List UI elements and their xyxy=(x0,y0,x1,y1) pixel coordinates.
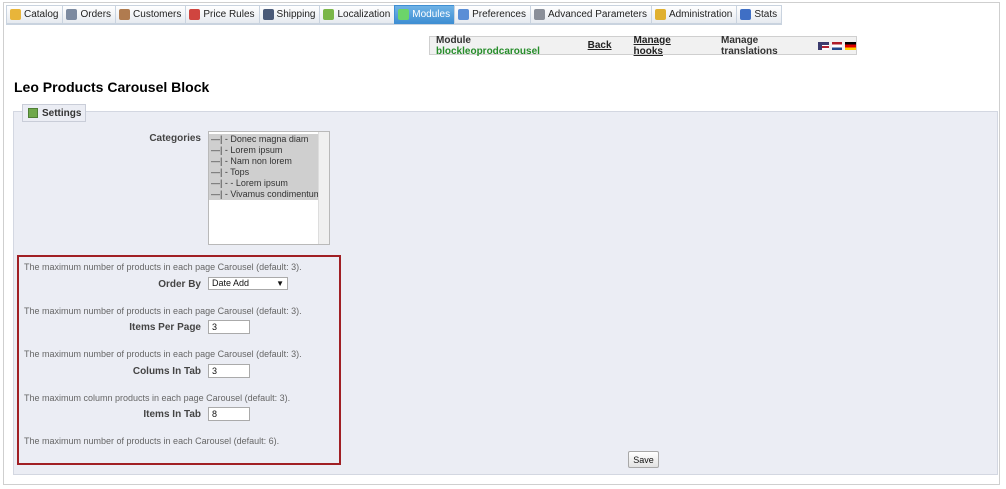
flag-de-icon[interactable] xyxy=(845,41,856,50)
items-per-page-description: The maximum number of products in each p… xyxy=(24,349,302,359)
key-icon xyxy=(654,9,666,20)
tab-preferences[interactable]: Preferences xyxy=(454,5,530,24)
items-in-tab-input[interactable] xyxy=(208,407,250,421)
colums-in-tab-description: The maximum column products in each page… xyxy=(24,393,291,403)
top-navigation: Catalog Orders Customers Price Rules Shippin… xyxy=(6,5,783,25)
category-option[interactable]: —| - Lorem ipsum xyxy=(209,145,329,156)
colums-in-tab-input[interactable] xyxy=(208,364,250,378)
tab-catalog[interactable]: Catalog xyxy=(6,5,63,24)
category-option[interactable]: —| - Vivamus condimentum xyxy=(209,189,329,200)
module-toolbar: Module blockleoprodcarousel Back Manage … xyxy=(429,34,857,57)
globe-icon xyxy=(323,9,335,20)
manage-hooks-link[interactable]: Manage hooks xyxy=(634,35,701,57)
tab-label: Administration xyxy=(668,9,733,20)
tab-label: Shipping xyxy=(276,9,316,20)
tab-label: Localization xyxy=(337,9,391,20)
tab-label: Orders xyxy=(80,9,112,20)
tab-label: Price Rules xyxy=(203,9,255,20)
tab-orders[interactable]: Orders xyxy=(62,5,116,24)
colums-in-tab-label: Colums In Tab xyxy=(132,366,201,377)
module-name: blockleoprodcarousel xyxy=(436,45,540,57)
category-option[interactable]: —| - Tops xyxy=(209,167,329,178)
price-tag-icon xyxy=(189,9,201,20)
tab-label: Advanced Parameters xyxy=(548,9,647,20)
tab-modules[interactable]: Modules xyxy=(394,5,455,24)
category-option[interactable]: —| - Donec magna diam xyxy=(209,134,329,145)
tab-localization[interactable]: Localization xyxy=(319,5,395,24)
order-by-label: Order By xyxy=(158,279,201,290)
save-button[interactable]: Save xyxy=(628,451,659,468)
manage-translations-label: Manage translations xyxy=(721,34,778,57)
tab-label: Modules xyxy=(412,9,451,20)
categories-scrollbar[interactable] xyxy=(318,132,329,244)
tab-label: Stats xyxy=(754,9,778,20)
categories-label: Categories xyxy=(149,133,201,144)
user-icon xyxy=(119,9,131,20)
settings-legend: Settings xyxy=(22,104,87,122)
items-in-tab-label: Items In Tab xyxy=(143,409,201,420)
order-by-description: The maximum number of products in each p… xyxy=(24,306,302,316)
screen-icon xyxy=(458,9,470,20)
items-per-page-input[interactable] xyxy=(208,320,250,334)
dropdown-arrow-icon: ▼ xyxy=(276,279,284,288)
tab-label: Customers xyxy=(133,9,182,20)
tab-price-rules[interactable]: Price Rules xyxy=(185,5,259,24)
flag-nl-icon[interactable] xyxy=(831,41,843,50)
tab-customers[interactable]: Customers xyxy=(115,5,186,24)
settings-panel xyxy=(13,111,998,475)
tab-advanced-parameters[interactable]: Advanced Parameters xyxy=(530,5,651,24)
tab-shipping[interactable]: Shipping xyxy=(258,5,320,24)
category-option[interactable]: —| - Nam non lorem xyxy=(209,156,329,167)
category-option[interactable]: —| - - Lorem ipsum xyxy=(209,178,329,189)
settings-icon xyxy=(28,108,38,118)
folder-icon xyxy=(10,9,21,20)
order-by-select[interactable]: Date Add ▼ xyxy=(208,277,288,290)
carousel-description: The maximum number of products in each p… xyxy=(24,262,302,272)
flag-en-icon[interactable] xyxy=(817,41,829,50)
module-label: Module blockleoprodcarousel xyxy=(436,34,540,57)
truck-icon xyxy=(262,9,274,20)
wrench-icon xyxy=(534,9,545,20)
items-in-tab-description: The maximum number of products in each C… xyxy=(24,436,280,446)
tab-label: Preferences xyxy=(472,9,526,20)
tab-stats[interactable]: Stats xyxy=(736,5,783,24)
page-title: Leo Products Carousel Block xyxy=(14,79,210,95)
tab-label: Catalog xyxy=(24,9,59,20)
tab-administration[interactable]: Administration xyxy=(650,5,737,24)
puzzle-icon xyxy=(398,9,410,20)
back-link[interactable]: Back xyxy=(588,40,612,51)
bar-chart-icon xyxy=(740,9,752,20)
items-per-page-label: Items Per Page xyxy=(129,322,201,333)
categories-listbox[interactable]: —| - Donec magna diam —| - Lorem ipsum —| … xyxy=(208,131,330,245)
cart-icon xyxy=(66,9,78,20)
